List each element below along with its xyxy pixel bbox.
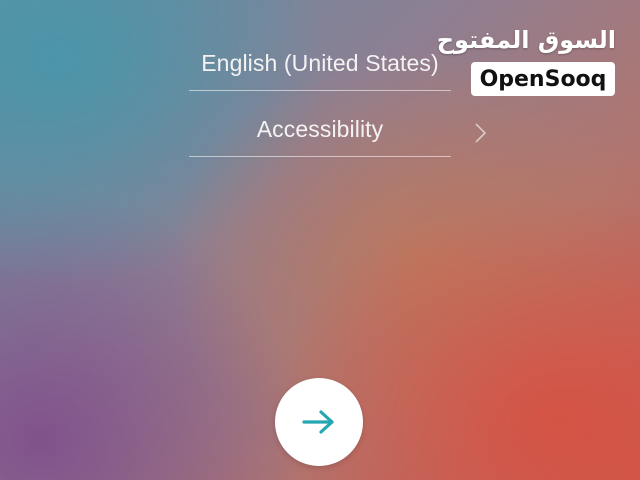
arrow-right-icon (302, 410, 334, 434)
next-button[interactable] (275, 378, 363, 466)
watermark-arabic-text: السوق المفتوح (436, 26, 616, 54)
language-selector[interactable]: English (United States) (189, 36, 451, 91)
accessibility-item[interactable]: Accessibility (189, 102, 451, 157)
language-label: English (United States) (201, 49, 439, 76)
accessibility-label: Accessibility (256, 115, 384, 142)
watermark-brand-text: OpenSooq (471, 62, 615, 96)
chevron-right-icon[interactable] (471, 122, 489, 144)
opensooq-watermark: السوق المفتوح OpenSooq (437, 22, 620, 98)
